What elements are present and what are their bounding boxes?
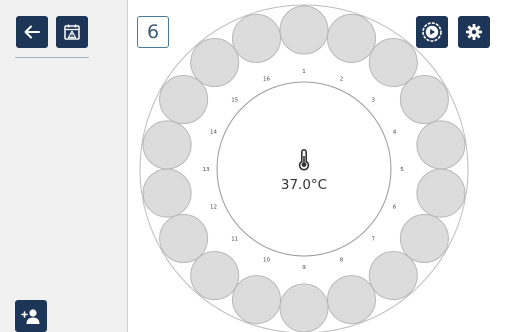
sample-slot[interactable] [190,38,240,87]
position-label: 7 [372,236,376,242]
sample-slot[interactable] [159,75,209,124]
calendar-warning-icon [64,24,80,40]
slot-count-indicator: 6 [137,16,169,48]
sample-slot[interactable] [142,168,192,218]
position-label: 4 [393,130,397,136]
play-button[interactable] [416,16,448,48]
back-button[interactable] [16,16,48,48]
sample-slot[interactable] [159,214,209,263]
position-label: 2 [340,77,344,83]
sample-slot[interactable] [399,75,449,124]
position-label: 8 [340,258,344,264]
temperature-readout: 37.0°C [281,177,327,193]
sample-slot[interactable] [232,275,281,325]
arrow-left-icon [24,25,40,39]
position-label: 13 [203,167,210,173]
position-label: 14 [210,130,217,136]
position-label: 5 [400,167,404,173]
settings-button[interactable] [458,16,490,48]
add-user-icon [21,309,40,324]
sample-slot[interactable] [416,168,466,218]
sample-slot[interactable] [327,275,376,325]
sample-slot[interactable] [327,13,376,63]
sample-slot[interactable] [368,251,418,300]
sidebar-divider [15,57,89,58]
sample-slot[interactable] [142,120,192,170]
sample-slot[interactable] [368,38,418,87]
gear-icon [466,24,482,40]
position-label: 10 [263,258,270,264]
sample-slot[interactable] [279,5,329,55]
sample-slot[interactable] [190,251,240,300]
position-label: 15 [231,98,238,104]
position-label: 1 [302,69,306,75]
position-label: 9 [302,265,306,271]
sample-slot[interactable] [416,120,466,170]
position-label: 16 [263,77,270,83]
add-user-button[interactable] [15,300,47,332]
sample-slot[interactable] [279,283,329,332]
position-label: 6 [393,205,397,211]
alarm-calendar-button[interactable] [56,16,88,48]
position-label: 3 [372,98,376,104]
position-label: 11 [231,236,238,242]
play-circle-icon [422,22,442,42]
sample-slot[interactable] [232,13,281,63]
sample-slot[interactable] [399,214,449,263]
position-label: 12 [210,205,217,211]
sidebar [0,0,128,332]
